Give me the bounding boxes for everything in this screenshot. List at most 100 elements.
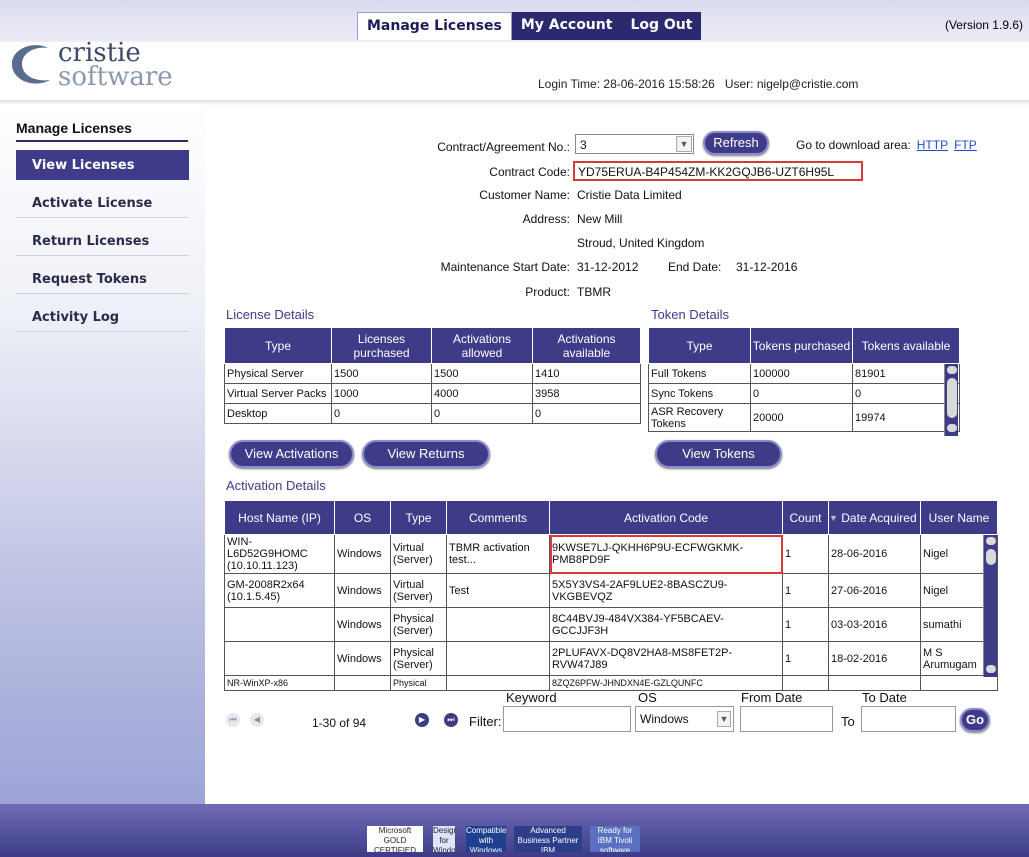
- column-header[interactable]: Type: [390, 500, 447, 535]
- column-header: Tokens available: [852, 327, 960, 364]
- license-details-title: License Details: [226, 307, 315, 322]
- version-label: (Version 1.9.6): [944, 18, 1023, 32]
- login-info: Login Time: 28-06-2016 15:58:26 User: ni…: [538, 77, 858, 91]
- column-header[interactable]: Comments: [446, 500, 550, 535]
- table-cell: 8C44BVJ9-484VX384-YF5BCAEV-GCCJJF3H: [549, 607, 783, 642]
- column-header[interactable]: Host Name (IP): [224, 500, 335, 535]
- scroll-up-icon[interactable]: [986, 537, 996, 545]
- ftp-link[interactable]: FTP: [954, 138, 977, 152]
- last-page-icon[interactable]: ⏭: [444, 713, 458, 727]
- table-cell: [446, 607, 550, 642]
- table-cell: Desktop: [224, 403, 332, 424]
- table-row: Sync Tokens 0 0: [648, 383, 960, 404]
- table-cell: 1500: [331, 363, 432, 384]
- from-date-label: From Date: [741, 690, 803, 705]
- table-cell: 1: [782, 607, 829, 642]
- keyword-input[interactable]: [503, 706, 631, 732]
- first-page-icon[interactable]: ⏮: [226, 713, 240, 727]
- column-header: Tokens purchased: [750, 327, 853, 364]
- table-cell: [446, 675, 550, 691]
- maintenance-start-value: 31-12-2012: [577, 260, 639, 274]
- table-row[interactable]: WIN-L6D52G9HOMC (10.10.11.123) Windows V…: [224, 534, 998, 574]
- table-cell: Full Tokens: [648, 363, 751, 384]
- chevron-down-icon[interactable]: ▼: [717, 711, 731, 727]
- sidebar-item-request-tokens[interactable]: Request Tokens: [16, 264, 189, 294]
- os-select[interactable]: Windows ▼: [635, 706, 734, 732]
- go-button[interactable]: Go: [960, 708, 990, 732]
- table-cell: 3958: [532, 383, 641, 404]
- microsoft-gold-badge: Microsoft GOLD CERTIFIED Partner: [367, 826, 423, 852]
- sidebar-item-return-licenses[interactable]: Return Licenses: [16, 226, 189, 256]
- table-row[interactable]: Windows Physical (Server) 2PLUFAVX-DQ8V2…: [224, 641, 998, 676]
- column-header[interactable]: Count: [782, 500, 829, 535]
- os-label: OS: [638, 690, 657, 705]
- customer-name-value: Cristie Data Limited: [577, 188, 682, 202]
- column-header: Licenses purchased: [331, 327, 432, 364]
- table-cell: 1000: [331, 383, 432, 404]
- table-cell: [224, 607, 335, 642]
- table-cell: 2PLUFAVX-DQ8V2HA8-MS8FET2P-RVW47J89: [549, 641, 783, 676]
- view-returns-button[interactable]: View Returns: [362, 440, 490, 468]
- refresh-button[interactable]: Refresh: [703, 131, 769, 155]
- column-header[interactable]: User Name: [920, 500, 998, 535]
- nav-my-account[interactable]: My Account: [511, 12, 622, 40]
- end-date-label: End Date:: [668, 260, 722, 274]
- from-date-input[interactable]: [740, 706, 833, 732]
- table-row: Desktop 0 0 0: [224, 403, 641, 424]
- table-cell: Virtual (Server): [390, 573, 447, 608]
- table-cell: 27-06-2016: [828, 573, 921, 608]
- token-details-table: Type Tokens purchased Tokens available F…: [648, 327, 960, 432]
- chevron-down-icon[interactable]: ▼: [676, 136, 692, 152]
- product-label: Product:: [525, 285, 570, 299]
- table-cell: Windows: [334, 534, 391, 574]
- sidebar-item-activate-license[interactable]: Activate License: [16, 188, 189, 218]
- column-header[interactable]: OS: [334, 500, 391, 535]
- view-activations-button[interactable]: View Activations: [229, 440, 354, 468]
- login-time-label: Login Time:: [538, 77, 601, 91]
- table-cell: [828, 675, 921, 691]
- scroll-down-icon[interactable]: [947, 424, 957, 432]
- product-value: TBMR: [577, 285, 611, 299]
- next-page-icon[interactable]: ▶: [415, 713, 429, 727]
- contract-agreement-select[interactable]: 3 ▼: [575, 134, 694, 154]
- scroll-up-icon[interactable]: [947, 366, 957, 374]
- sidebar-title: Manage Licenses: [16, 120, 188, 142]
- table-cell: 20000: [750, 403, 853, 432]
- scrollbar-thumb[interactable]: [986, 549, 996, 565]
- table-cell: 1: [782, 534, 829, 574]
- table-cell: 1410: [532, 363, 641, 384]
- column-header[interactable]: Activation Code: [549, 500, 783, 535]
- table-cell: 18-02-2016: [828, 641, 921, 676]
- nav-log-out[interactable]: Log Out: [621, 12, 702, 40]
- previous-page-icon[interactable]: ◀: [250, 713, 264, 727]
- address-label: Address:: [522, 212, 570, 226]
- filter-label: Filter:: [469, 714, 502, 729]
- table-cell: Windows: [334, 607, 391, 642]
- table-cell: [446, 641, 550, 676]
- sidebar-item-view-licenses[interactable]: View Licenses: [16, 150, 189, 180]
- table-cell: 0: [431, 403, 533, 424]
- sidebar-item-activity-log[interactable]: Activity Log: [16, 302, 189, 332]
- contract-agreement-label: Contract/Agreement No.:: [437, 140, 570, 154]
- column-header: Activations allowed: [431, 327, 533, 364]
- to-date-input[interactable]: [861, 706, 956, 732]
- scrollbar-thumb[interactable]: [947, 378, 957, 418]
- table-row[interactable]: Windows Physical (Server) 8C44BVJ9-484VX…: [224, 607, 998, 642]
- to-date-label: To Date: [862, 690, 907, 705]
- column-header-sorted[interactable]: ▼ Date Acquired: [828, 500, 921, 535]
- http-link[interactable]: HTTP: [917, 138, 948, 152]
- nav-manage-licenses[interactable]: Manage Licenses: [357, 12, 512, 40]
- user-label: User:: [724, 77, 754, 91]
- scroll-down-icon[interactable]: [986, 665, 996, 673]
- column-header: Type: [648, 327, 751, 364]
- view-tokens-button[interactable]: View Tokens: [655, 440, 782, 468]
- table-row[interactable]: GM-2008R2x64 (10.1.5.45) Windows Virtual…: [224, 573, 998, 608]
- token-table-scrollbar[interactable]: [944, 364, 958, 436]
- user-email: nigelp@cristie.com: [756, 77, 859, 91]
- activation-details-table: Host Name (IP) OS Type Comments Activati…: [224, 500, 998, 691]
- table-cell: Physical: [390, 675, 447, 691]
- table-cell: [920, 675, 998, 691]
- download-area-label: Go to download area:: [796, 138, 911, 152]
- table-row[interactable]: NR-WinXP-x86 Physical 8ZQZ6PFW-JHNDXN4E-…: [224, 675, 998, 691]
- activation-table-scrollbar[interactable]: [983, 535, 997, 677]
